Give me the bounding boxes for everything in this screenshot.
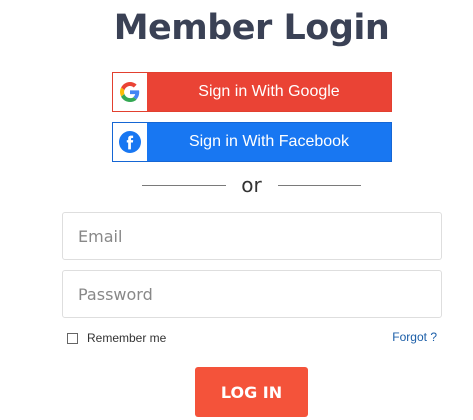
divider-text: or <box>241 173 262 197</box>
remember-me-checkbox[interactable] <box>67 332 78 344</box>
facebook-signin-label: Sign in With Facebook <box>188 133 350 150</box>
google-icon <box>113 73 147 111</box>
facebook-icon <box>113 123 147 161</box>
remember-me-label: Remember me <box>87 331 167 345</box>
divider-line-right <box>277 184 361 186</box>
facebook-signin-button[interactable]: Sign in With Facebook <box>112 122 392 162</box>
remember-me[interactable]: Remember me <box>67 331 166 345</box>
or-divider: or <box>142 172 361 198</box>
login-button[interactable]: LOG IN <box>195 367 308 417</box>
google-signin-button[interactable]: Sign in With Google <box>112 72 392 112</box>
page-title: Member Login <box>113 8 390 48</box>
divider-line-left <box>142 184 226 186</box>
google-signin-label: Sign in With Google <box>198 83 340 100</box>
password-field[interactable] <box>62 270 442 318</box>
email-field[interactable] <box>62 212 442 260</box>
forgot-password-link[interactable]: Forgot ? <box>392 330 437 344</box>
